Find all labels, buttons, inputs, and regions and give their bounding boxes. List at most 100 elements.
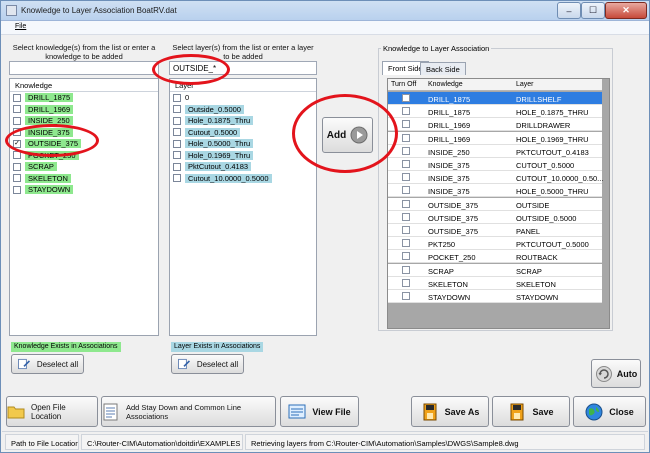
checkbox-checked-icon[interactable]: ✓ [13, 139, 21, 148]
checkbox-icon[interactable] [13, 105, 21, 114]
checkbox-icon[interactable] [13, 162, 21, 171]
globe-icon [585, 403, 603, 420]
checkbox-icon[interactable] [173, 162, 181, 171]
layer-search-input[interactable]: OUTSIDE_* [169, 61, 317, 75]
layer-list-item[interactable]: Outside_0.5000 [170, 104, 316, 116]
association-row[interactable]: OUTSIDE_375 OUTSIDE [388, 197, 602, 211]
floppy-disk-icon [423, 403, 437, 420]
layer-deselect-all-button[interactable]: Deselect all [171, 354, 244, 374]
turn-off-checkbox[interactable] [402, 226, 410, 234]
association-row[interactable]: SKELETON SKELETON [388, 276, 602, 290]
turn-off-checkbox[interactable] [402, 292, 410, 300]
knowledge-list-item[interactable]: INSIDE_250 [10, 115, 158, 127]
layer-legend: Layer Exists in Associations [171, 342, 264, 352]
menu-file[interactable]: File [15, 23, 26, 30]
checkbox-icon[interactable] [173, 93, 181, 102]
knowledge-list-item[interactable]: DRILL_1875 [10, 92, 158, 104]
knowledge-list-item[interactable]: POCKET_250 [10, 150, 158, 162]
col-knowledge[interactable]: Knowledge [428, 81, 463, 88]
close-button[interactable]: Close [573, 396, 646, 427]
knowledge-list-item[interactable]: SKELETON [10, 173, 158, 185]
association-row[interactable]: INSIDE_250 PKTCUTOUT_0.4183 [388, 144, 602, 158]
knowledge-deselect-all-button[interactable]: Deselect all [11, 354, 84, 374]
add-stay-down-button[interactable]: Add Stay Down and Common Line Associatio… [101, 396, 276, 427]
save-as-button[interactable]: Save As [411, 396, 489, 427]
checkbox-icon[interactable] [13, 185, 21, 194]
layer-item-label: Cutout_10.0000_0.5000 [185, 173, 272, 183]
turn-off-checkbox[interactable] [402, 146, 410, 155]
association-row[interactable]: POCKET_250 ROUTBACK [388, 250, 602, 264]
association-row[interactable]: PKT250 PKTCUTOUT_0.5000 [388, 237, 602, 251]
association-row[interactable]: OUTSIDE_375 OUTSIDE_0.5000 [388, 210, 602, 224]
association-row[interactable]: DRILL_1969 HOLE_0.1969_THRU [388, 131, 602, 145]
knowledge-search-input[interactable] [9, 61, 159, 75]
turn-off-checkbox[interactable] [402, 265, 410, 274]
checkbox-icon[interactable] [13, 151, 21, 160]
turn-off-checkbox[interactable] [402, 173, 410, 182]
checkbox-icon[interactable] [173, 139, 181, 148]
association-row[interactable]: DRILL_1969 DRILLDRAWER [388, 118, 602, 132]
association-row[interactable]: DRILL_1875 HOLE_0.1875_THRU [388, 105, 602, 119]
knowledge-list-item[interactable]: STAYDOWN [10, 184, 158, 196]
checkbox-icon[interactable] [13, 116, 21, 125]
turn-off-checkbox[interactable] [402, 199, 410, 208]
view-file-label: View File [312, 406, 351, 417]
knowledge-list-item[interactable]: SCRAP [10, 161, 158, 173]
association-row[interactable]: DRILL_1875 DRILLSHELF [388, 92, 602, 105]
checkbox-icon[interactable] [13, 128, 21, 137]
layer-list-item[interactable]: Hole_0.1969_Thru [170, 150, 316, 162]
association-row[interactable]: INSIDE_375 CUTOUT_10.0000_0.50... [388, 171, 603, 185]
turn-off-checkbox[interactable] [402, 133, 410, 142]
checkbox-icon[interactable] [173, 174, 181, 183]
open-file-location-button[interactable]: Open File Location [6, 396, 98, 427]
checkbox-icon[interactable] [173, 151, 181, 160]
layer-list-item[interactable]: Cutout_0.5000 [170, 127, 316, 139]
layer-list-item[interactable]: Cutout_10.0000_0.5000 [170, 173, 316, 185]
knowledge-list-item[interactable]: DRILL_1969 [10, 104, 158, 116]
col-layer[interactable]: Layer [516, 81, 534, 88]
turn-off-checkbox[interactable] [402, 212, 410, 221]
close-window-button[interactable]: ✕ [605, 2, 647, 19]
maximize-button[interactable]: ☐ [581, 2, 605, 19]
association-row[interactable]: INSIDE_375 CUTOUT_0.5000 [388, 158, 602, 171]
turn-off-checkbox[interactable] [402, 107, 410, 116]
association-layer-cell: DRILLSHELF [516, 95, 562, 104]
checkbox-icon[interactable] [13, 174, 21, 183]
association-row[interactable]: INSIDE_375 HOLE_0.5000_THRU [388, 184, 602, 198]
association-grid[interactable]: Turn Off Knowledge Layer DRILL_1875 DRILL… [387, 78, 610, 329]
knowledge-list-item[interactable]: INSIDE_375 [10, 127, 158, 139]
layer-list-item[interactable]: PktCutout_0.4183 [170, 161, 316, 173]
checkbox-icon[interactable] [173, 116, 181, 125]
col-turn-off[interactable]: Turn Off [391, 81, 416, 88]
app-icon [6, 5, 17, 16]
view-file-button[interactable]: View File [280, 396, 359, 427]
layer-list-item[interactable]: 0 [170, 92, 316, 104]
knowledge-list-item[interactable]: ✓ OUTSIDE_375 [10, 138, 158, 150]
checkbox-icon[interactable] [173, 105, 181, 114]
auto-button[interactable]: Auto [591, 359, 641, 388]
save-button[interactable]: Save [492, 396, 570, 427]
association-row[interactable]: SCRAP SCRAP [388, 263, 602, 277]
turn-off-checkbox[interactable] [402, 160, 410, 168]
association-row[interactable]: OUTSIDE_375 PANEL [388, 224, 602, 237]
tab-back-side[interactable]: Back Side [420, 62, 466, 75]
knowledge-item-label: SCRAP [25, 162, 57, 172]
layer-list[interactable]: Layer 0 Outside_0.5000 Hole_0.1875_Thru Cut… [169, 78, 317, 336]
checkbox-icon[interactable] [173, 128, 181, 137]
add-button[interactable]: Add [322, 117, 373, 153]
turn-off-checkbox[interactable] [402, 252, 410, 261]
turn-off-checkbox[interactable] [402, 120, 410, 129]
minimize-button[interactable]: – [557, 2, 581, 19]
turn-off-checkbox[interactable] [402, 94, 410, 102]
association-layer-cell: PKTCUTOUT_0.5000 [516, 240, 589, 250]
knowledge-list[interactable]: Knowledge DRILL_1875 DRILL_1969 INSIDE_250… [9, 78, 159, 336]
layer-list-item[interactable]: Hole_0.1875_Thru [170, 115, 316, 127]
layer-list-item[interactable]: Hole_0.5000_Thru [170, 138, 316, 150]
add-label: Add [326, 129, 347, 141]
association-row[interactable]: STAYDOWN STAYDOWN [388, 290, 602, 303]
turn-off-checkbox[interactable] [402, 186, 410, 195]
turn-off-checkbox[interactable] [402, 278, 410, 287]
turn-off-checkbox[interactable] [402, 239, 410, 248]
menu-bar: File [1, 21, 649, 35]
checkbox-icon[interactable] [13, 93, 21, 102]
